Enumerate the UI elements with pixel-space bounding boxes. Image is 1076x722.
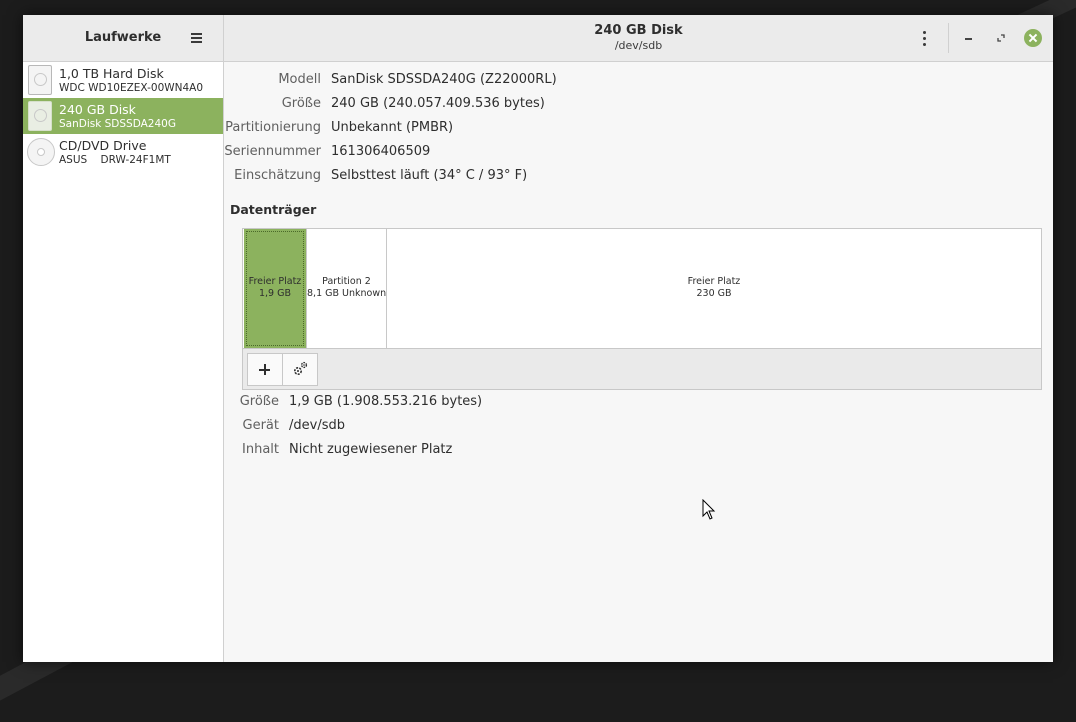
size-label: Größe [281,96,321,111]
drive-item-240gb-disk[interactable]: 240 GB Disk SanDisk SDSSDA240G [23,98,223,134]
volume-segment-free-space-2[interactable]: Freier Platz 230 GB [387,229,1041,348]
contents-label: Inhalt [242,442,279,457]
segment-label: Freier Platz [687,276,741,287]
contents-value: Nicht zugewiesener Platz [289,442,453,457]
drive-name: CD/DVD Drive [59,138,147,153]
headerbar-separator [948,23,949,53]
minimize-button[interactable] [960,29,978,47]
model-value: SanDisk SDSSDA240G (Z22000RL) [331,72,557,87]
restore-icon [997,34,1005,42]
main-headerbar: 240 GB Disk /dev/sdb [224,15,1053,62]
segment-size: 8,1 GB Unknown [307,288,387,299]
assessment-value: Selbsttest läuft (34° C / 93° F) [331,168,528,183]
maximize-button[interactable] [992,29,1010,47]
mouse-pointer-icon [702,499,716,520]
drive-name: 240 GB Disk [59,102,136,117]
drive-list: 1,0 TB Hard Disk WDC WD10EZEX-00WN4A0 24… [23,62,224,662]
drive-item-cd-dvd-drive[interactable]: CD/DVD Drive ASUS DRW-24F1MT [23,134,223,170]
optical-drive-icon [27,137,55,167]
partitioning-label: Partitionierung [225,120,321,135]
drive-name: 1,0 TB Hard Disk [59,66,164,81]
volumes-heading: Datenträger [230,202,317,217]
hard-disk-icon [28,65,52,95]
drive-model: WDC WD10EZEX-00WN4A0 [59,82,204,94]
menu-button[interactable] [187,28,207,48]
device-label: Gerät [242,418,279,433]
vertical-dots-icon [923,31,926,34]
drive-item-1tb-hard-disk[interactable]: 1,0 TB Hard Disk WDC WD10EZEX-00WN4A0 [23,62,223,98]
volume-bar: Freier Platz 1,9 GB Partition 2 8,1 GB U… [243,229,1041,349]
size-value: 240 GB (240.057.409.536 bytes) [331,96,545,111]
hamburger-icon [191,33,202,35]
disks-window: Laufwerke 240 GB Disk /dev/sdb 1,0 TB Ha… [23,15,1053,662]
drive-options-button[interactable] [914,28,934,48]
partitioning-value: Unbekannt (PMBR) [331,120,454,135]
volume-segment-free-space-1[interactable]: Freier Platz 1,9 GB [244,229,306,348]
create-partition-button[interactable] [247,353,283,386]
segment-label: Partition 2 [322,276,371,287]
volume-size-label: Größe [239,394,279,409]
segment-size: 1,9 GB [258,288,291,299]
segment-label: Freier Platz [248,276,302,287]
volume-size-value: 1,9 GB (1.908.553.216 bytes) [289,394,483,409]
device-value: /dev/sdb [289,418,345,433]
assessment-label: Einschätzung [234,168,321,183]
close-button[interactable] [1024,29,1042,47]
model-label: Modell [278,72,321,87]
drive-model: SanDisk SDSSDA240G [59,118,176,130]
serial-number-label: Seriennummer [224,144,321,159]
drive-model: ASUS DRW-24F1MT [59,154,171,166]
gears-icon [293,361,308,376]
segment-size: 230 GB [696,288,732,299]
volumes-map: Freier Platz 1,9 GB Partition 2 8,1 GB U… [242,228,1042,390]
serial-number-value: 161306406509 [331,144,431,159]
drive-details-panel: Modell SanDisk SDSSDA240G (Z22000RL) Grö… [224,62,1053,662]
partition-options-button[interactable] [282,353,318,386]
hard-disk-icon [28,101,52,131]
volume-segment-partition-2[interactable]: Partition 2 8,1 GB Unknown [307,229,386,348]
sidebar-headerbar: Laufwerke [23,15,224,62]
